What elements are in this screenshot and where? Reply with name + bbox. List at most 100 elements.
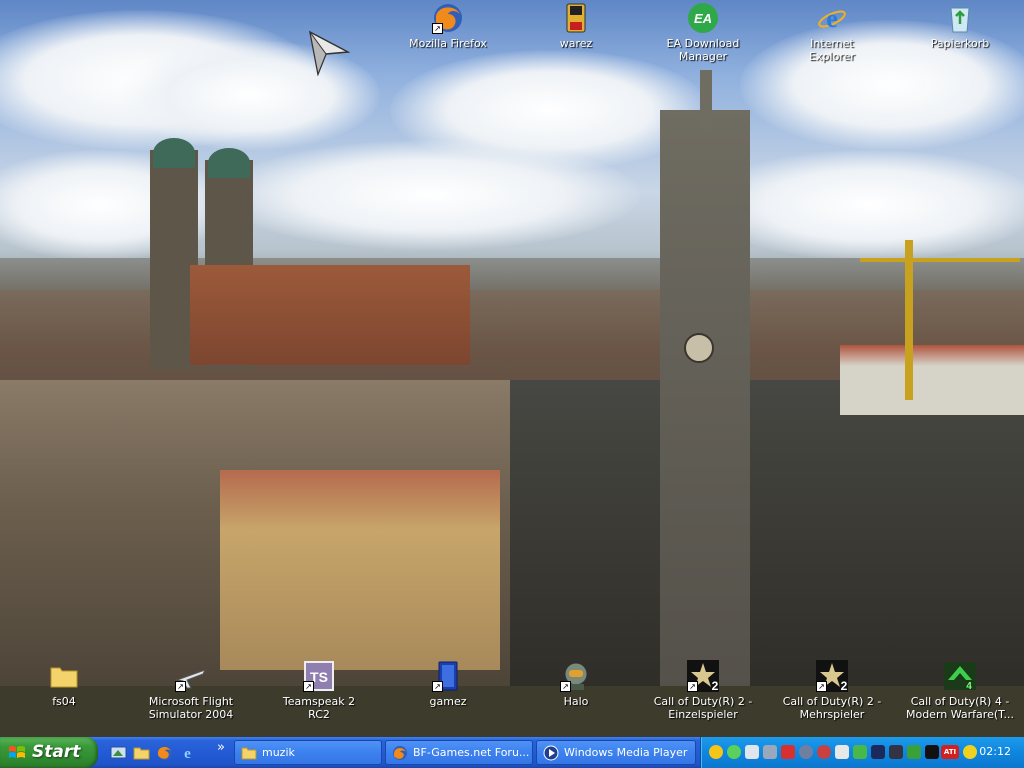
- ie-icon: e: [816, 2, 848, 34]
- firefox-icon: ↗: [432, 2, 464, 34]
- desktop-icon-recycle-bin[interactable]: Papierkorb: [915, 2, 1005, 50]
- teamspeak-icon: TS ↗: [303, 660, 335, 692]
- shortcut-arrow-icon: ↗: [175, 681, 186, 692]
- task-button-firefox[interactable]: BF-Games.net Foru...: [385, 740, 533, 765]
- media-player-icon: [543, 745, 559, 761]
- desktop-icon-label: Microsoft Flight Simulator 2004: [148, 695, 234, 721]
- desktop: ↗ Mozilla Firefox warez EA EA Download M…: [0, 0, 1024, 737]
- ati-icon[interactable]: ATI: [941, 745, 959, 759]
- task-button-muzik[interactable]: muzik: [234, 740, 382, 765]
- folder-icon[interactable]: [133, 744, 150, 761]
- security-shield-icon[interactable]: [709, 745, 723, 759]
- desktop-icon-label: Papierkorb: [930, 37, 990, 50]
- desktop-icon-teamspeak[interactable]: TS ↗ Teamspeak 2 RC2: [274, 660, 364, 721]
- desktop-icon-cod2-multi[interactable]: 2 ↗ Call of Duty(R) 2 - Mehrspieler: [779, 660, 885, 721]
- desktop-icon-ea-download-manager[interactable]: EA EA Download Manager: [658, 2, 748, 63]
- cod2-icon: 2 ↗: [687, 660, 719, 693]
- task-button-label: Windows Media Player: [564, 746, 688, 759]
- desktop-icon-gamez[interactable]: ↗ gamez: [403, 660, 493, 708]
- shortcut-arrow-icon: ↗: [687, 681, 698, 692]
- wallpaper-spire: [700, 70, 712, 130]
- quick-launch-more-button[interactable]: »: [217, 740, 225, 755]
- task-button-label: BF-Games.net Foru...: [413, 746, 530, 759]
- wallpaper-town-hall: [510, 380, 1024, 690]
- desktop-icon-warez[interactable]: warez: [531, 2, 621, 50]
- ie-icon[interactable]: e: [179, 744, 196, 761]
- desktop-icon-cod2-single[interactable]: 2 ↗ Call of Duty(R) 2 - Einzelspieler: [650, 660, 756, 721]
- desktop-icon-label: Teamspeak 2 RC2: [282, 695, 356, 721]
- wallpaper-clock-face: [684, 333, 714, 363]
- show-desktop-icon[interactable]: [110, 744, 127, 761]
- wallpaper-dome: [208, 148, 250, 178]
- desktop-icon-firefox[interactable]: ↗ Mozilla Firefox: [403, 2, 493, 50]
- ea-icon: EA: [687, 2, 719, 34]
- desktop-icon-label: gamez: [429, 695, 467, 708]
- messenger-icon[interactable]: [727, 745, 741, 759]
- wallpaper-crane: [905, 240, 913, 400]
- start-button[interactable]: Start: [0, 737, 98, 768]
- svg-text:EA: EA: [694, 11, 712, 26]
- tuning-icon[interactable]: [963, 745, 977, 759]
- start-label: Start: [32, 742, 81, 762]
- system-tray: ATI 02:12: [700, 737, 1024, 768]
- folder-icon: [48, 660, 80, 692]
- wallpaper-dome: [153, 138, 195, 168]
- halo-icon: ↗: [560, 660, 592, 692]
- desktop-icon-fs04[interactable]: fs04: [19, 660, 109, 708]
- wallpaper-cloud: [220, 140, 640, 250]
- desktop-icon-label: warez: [559, 37, 593, 50]
- desktop-icon-flight-simulator[interactable]: ↗ Microsoft Flight Simulator 2004: [134, 660, 248, 721]
- desktop-icon-label: Internet Explorer: [809, 37, 855, 63]
- firefox-icon: [393, 746, 407, 760]
- cod2-mp-icon: 2 ↗: [816, 660, 848, 693]
- clock[interactable]: 02:12: [979, 745, 1011, 758]
- wallpaper-clock-tower: [660, 110, 750, 690]
- desktop-icon-label: Halo: [563, 695, 589, 708]
- gpu-icon[interactable]: [925, 745, 939, 759]
- taskbar: Start e » muzik BF-Games.net Foru... Win…: [0, 737, 1024, 768]
- task-button-media-player[interactable]: Windows Media Player: [536, 740, 696, 765]
- speaker-icon[interactable]: [763, 745, 777, 759]
- svg-text:4: 4: [966, 681, 972, 692]
- floppy-icon: [560, 2, 592, 34]
- user-icon[interactable]: [853, 745, 867, 759]
- shortcut-arrow-icon: ↗: [432, 23, 443, 34]
- windows-logo-icon: [9, 746, 25, 758]
- gamez-icon: ↗: [432, 660, 464, 692]
- wallpaper-roof: [190, 265, 470, 365]
- drive-icon[interactable]: [835, 745, 849, 759]
- desktop-icon-label: Call of Duty(R) 2 - Mehrspieler: [782, 695, 882, 721]
- folder-icon: [241, 747, 257, 760]
- shortcut-arrow-icon: ↗: [816, 681, 827, 692]
- shortcut-arrow-icon: ↗: [432, 681, 443, 692]
- cursor-icon: [308, 30, 350, 76]
- desktop-icon-label: fs04: [52, 695, 76, 708]
- wallpaper-building-right: [840, 345, 1024, 415]
- desktop-icon-label: Mozilla Firefox: [409, 37, 487, 50]
- shortcut-arrow-icon: ↗: [303, 681, 314, 692]
- network-icon[interactable]: [745, 745, 759, 759]
- update-icon[interactable]: [799, 745, 813, 759]
- svg-text:2: 2: [841, 679, 848, 692]
- desktop-icon-halo[interactable]: ↗ Halo: [531, 660, 621, 708]
- antivirus-icon[interactable]: [781, 745, 795, 759]
- svg-text:e: e: [826, 4, 838, 33]
- desktop-icon-internet-explorer[interactable]: e Internet Explorer: [787, 2, 877, 63]
- monitor-icon[interactable]: [871, 745, 885, 759]
- connection-icon[interactable]: [907, 745, 921, 759]
- task-button-label: muzik: [262, 746, 295, 759]
- display-icon[interactable]: [889, 745, 903, 759]
- desktop-icon-cod4[interactable]: 4 Call of Duty(R) 4 - Modern Warfare(T..…: [904, 660, 1016, 721]
- wallpaper-crane-arm: [860, 258, 1020, 262]
- firefox-icon[interactable]: [156, 744, 173, 761]
- recycle-bin-icon: [944, 2, 976, 34]
- wallpaper-building-front: [220, 470, 500, 670]
- alert-icon[interactable]: [817, 745, 831, 759]
- desktop-icon-label: Call of Duty(R) 4 - Modern Warfare(T...: [905, 695, 1015, 721]
- svg-text:2: 2: [712, 679, 719, 692]
- flight-sim-icon: ↗: [175, 660, 207, 692]
- desktop-icon-label: EA Download Manager: [666, 37, 740, 63]
- cod4-icon: 4: [944, 660, 976, 692]
- desktop-icon-label: Call of Duty(R) 2 - Einzelspieler: [653, 695, 753, 721]
- shortcut-arrow-icon: ↗: [560, 681, 571, 692]
